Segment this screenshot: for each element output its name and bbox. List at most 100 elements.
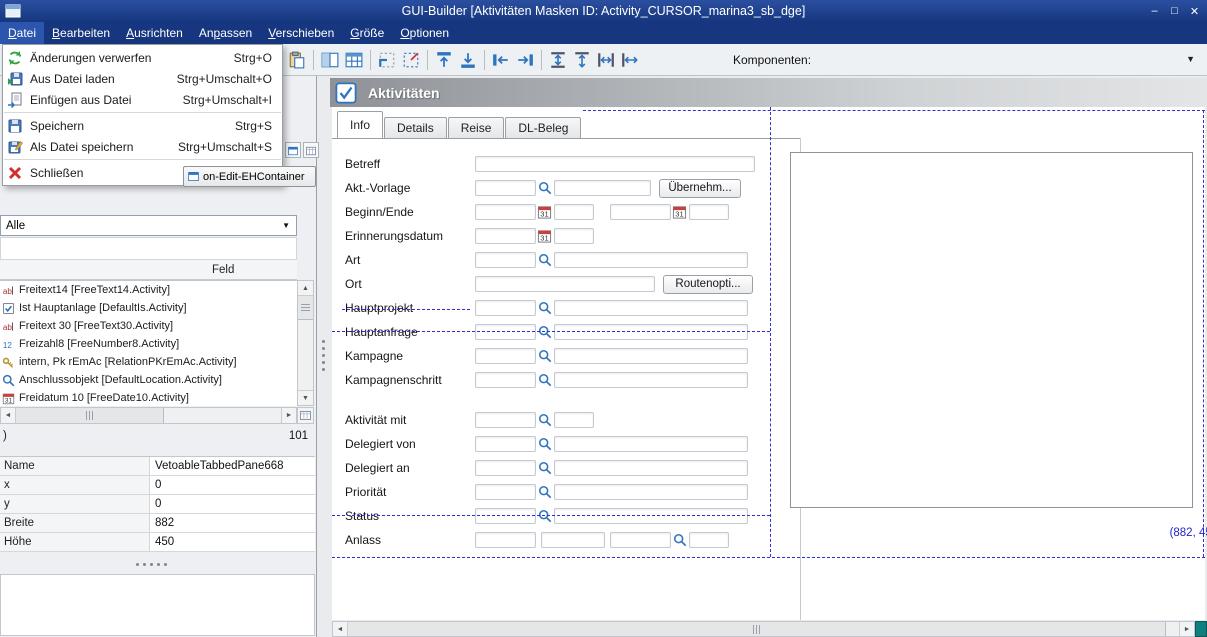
delegiert-von-input[interactable]	[554, 436, 748, 452]
übernehm-button[interactable]: Übernehm...	[659, 179, 741, 198]
field-list-item[interactable]: abFreitext 30 [FreeText30.Activity]	[0, 317, 297, 335]
menubar-item-anpassen[interactable]: Anpassen	[191, 22, 260, 44]
resize-height-alt-button[interactable]	[570, 48, 594, 72]
beginn-ende-input[interactable]	[554, 204, 594, 220]
menubar-item-datei[interactable]: Datei	[0, 22, 44, 44]
menubar-item-ausrichten[interactable]: Ausrichten	[118, 22, 191, 44]
field-list-item[interactable]: 31Freidatum 10 [FreeDate10.Activity]	[0, 389, 297, 406]
art-input[interactable]	[554, 252, 748, 268]
menu-item-einfügen-aus-datei[interactable]: Einfügen aus DateiStrg+Umschalt+I	[3, 89, 282, 110]
beginn-ende-input[interactable]	[610, 204, 671, 220]
menubar-item-optionen[interactable]: Optionen	[392, 22, 457, 44]
akt-vorlage-lookup-icon[interactable]	[538, 181, 552, 195]
resize-grip[interactable]	[1195, 621, 1207, 637]
aktivität-mit-lookup-icon[interactable]	[538, 413, 552, 427]
minimize-button[interactable]: –	[1146, 3, 1163, 19]
delegiert-von-input[interactable]	[475, 436, 536, 452]
status-input[interactable]	[554, 508, 748, 524]
canvas-scroll-right-button[interactable]: ►	[1179, 622, 1194, 636]
field-list-item[interactable]: intern, Pk rEmAc [RelationPKrEmAc.Activi…	[0, 353, 297, 371]
hauptprojekt-lookup-icon[interactable]	[538, 301, 552, 315]
menu-item-aus-datei-laden[interactable]: Aus Datei ladenStrg+Umschalt+O	[3, 68, 282, 89]
beginn-ende-input[interactable]	[475, 204, 536, 220]
beginn-ende-input[interactable]	[689, 204, 729, 220]
field-list-horizontal-scrollbar[interactable]: ◄ ►	[0, 407, 297, 424]
komponenten-dropdown-arrow[interactable]: ▼	[1186, 54, 1195, 64]
arrow-left-button[interactable]	[489, 48, 513, 72]
resize-width-button[interactable]	[594, 48, 618, 72]
hauptanfrage-lookup-icon[interactable]	[538, 325, 552, 339]
field-list-item[interactable]: Anschlussobjekt [DefaultLocation.Activit…	[0, 371, 297, 389]
field-list-vertical-scrollbar[interactable]: ▲ ▼	[297, 280, 314, 406]
hauptanfrage-input[interactable]	[475, 324, 536, 340]
resize-width-alt-button[interactable]	[618, 48, 642, 72]
property-value[interactable]: 0	[150, 476, 161, 494]
scroll-down-button[interactable]: ▼	[298, 390, 313, 405]
arrow-right-button[interactable]	[513, 48, 537, 72]
erinnerungsdatum-input[interactable]	[475, 228, 536, 244]
scroll-right-button[interactable]: ►	[281, 408, 296, 423]
delegiert-an-input[interactable]	[475, 460, 536, 476]
scroll-up-button[interactable]: ▲	[298, 281, 313, 296]
menubar-item-bearbeiten[interactable]: Bearbeiten	[44, 22, 118, 44]
priorität-input[interactable]	[475, 484, 536, 500]
anlass-input[interactable]	[610, 532, 671, 548]
akt-vorlage-input[interactable]	[475, 180, 536, 196]
scrollbar-track[interactable]	[164, 408, 281, 423]
menubar-item-größe[interactable]: Größe	[342, 22, 392, 44]
menu-item-änderungen-verwerfen[interactable]: Änderungen verwerfenStrg+O	[3, 47, 282, 68]
hauptprojekt-input[interactable]	[475, 300, 536, 316]
property-value[interactable]: VetoableTabbedPane668	[150, 457, 284, 475]
beginn-ende-calendar-button[interactable]: 31	[537, 204, 552, 220]
menubar-item-verschieben[interactable]: Verschieben	[260, 22, 342, 44]
erinnerungsdatum-input[interactable]	[554, 228, 594, 244]
anlass-input[interactable]	[541, 532, 605, 548]
aktivität-mit-input[interactable]	[475, 412, 536, 428]
empty-group-panel[interactable]	[790, 152, 1193, 508]
hauptprojekt-input[interactable]	[554, 300, 748, 316]
hauptanfrage-input[interactable]	[554, 324, 748, 340]
property-value[interactable]: 882	[150, 514, 174, 532]
delegiert-von-lookup-icon[interactable]	[538, 437, 552, 451]
anlass-lookup-icon[interactable]	[673, 533, 687, 547]
canvas-horizontal-scrollbar[interactable]: ◄ ►	[332, 621, 1195, 637]
partially-hidden-button[interactable]	[303, 142, 319, 158]
field-filter-combobox[interactable]: Alle ▼	[0, 215, 297, 236]
table-button[interactable]	[342, 48, 366, 72]
status-lookup-icon[interactable]	[538, 509, 552, 523]
paste-button[interactable]	[285, 48, 309, 72]
align-bottom-button[interactable]	[456, 48, 480, 72]
canvas-scroll-left-button[interactable]: ◄	[333, 622, 348, 636]
akt-vorlage-input[interactable]	[554, 180, 651, 196]
menu-item-speichern[interactable]: SpeichernStrg+S	[3, 115, 282, 136]
kampagne-input[interactable]	[475, 348, 536, 364]
field-list-item[interactable]: 12Freizahl8 [FreeNumber8.Activity]	[0, 335, 297, 353]
menu-item-als-datei-speichern[interactable]: Als Datei speichernStrg+Umschalt+S	[3, 136, 282, 157]
anlass-input[interactable]	[475, 532, 536, 548]
delegiert-an-lookup-icon[interactable]	[538, 461, 552, 475]
priorität-lookup-icon[interactable]	[538, 485, 552, 499]
property-value[interactable]: 0	[150, 495, 161, 513]
design-canvas[interactable]: InfoDetailsReiseDL-Beleg BetreffAkt.-Vor…	[332, 107, 1205, 620]
align-top-button[interactable]	[432, 48, 456, 72]
kampagnenschritt-lookup-icon[interactable]	[538, 373, 552, 387]
canvas-scrollbar-track[interactable]	[1166, 622, 1179, 636]
splitter-grip-vertical[interactable]	[322, 340, 325, 371]
kampagnenschritt-input[interactable]	[475, 372, 536, 388]
frame-button[interactable]	[375, 48, 399, 72]
ort-input[interactable]	[475, 276, 655, 292]
scroll-left-button[interactable]: ◄	[1, 408, 16, 423]
kampagne-input[interactable]	[554, 348, 748, 364]
property-value[interactable]: 450	[150, 533, 174, 551]
columns-button[interactable]	[318, 48, 342, 72]
field-list-item[interactable]: Ist Hauptanlage [DefaultIs.Activity]	[0, 299, 297, 317]
edit-ehcontainer-button[interactable]: on-Edit-EHContainer	[183, 166, 316, 187]
priorität-input[interactable]	[554, 484, 748, 500]
betreff-input[interactable]	[475, 156, 755, 172]
erinnerungsdatum-calendar-button[interactable]: 31	[537, 228, 552, 244]
close-button[interactable]: ✕	[1186, 3, 1203, 19]
kampagne-lookup-icon[interactable]	[538, 349, 552, 363]
field-list-item[interactable]: abFreitext14 [FreeText14.Activity]	[0, 281, 297, 299]
grid-corner-button[interactable]	[297, 407, 314, 424]
maximize-button[interactable]: □	[1166, 3, 1183, 19]
